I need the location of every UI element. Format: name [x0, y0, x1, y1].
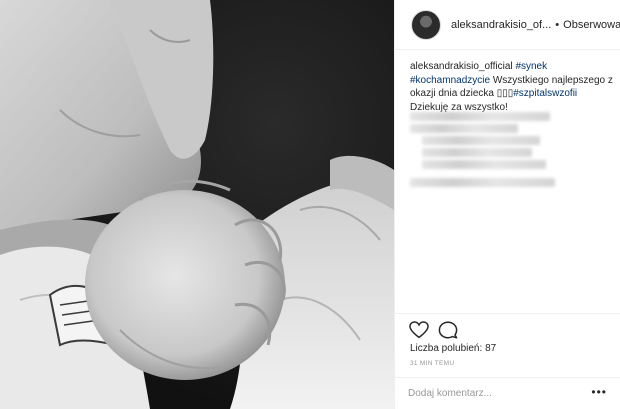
- post-actions: [395, 313, 620, 342]
- caption-author-link[interactable]: aleksandrakisio_official: [410, 61, 513, 72]
- following-button[interactable]: Obserwowanie: [563, 19, 620, 31]
- more-options-icon[interactable]: •••: [591, 386, 607, 398]
- comment-icon[interactable]: [438, 321, 458, 339]
- post-header: aleksandrakisio_of... • Obserwowanie: [395, 0, 620, 50]
- avatar[interactable]: [411, 9, 441, 40]
- post-sidebar: aleksandrakisio_of... • Obserwowanie ale…: [394, 0, 620, 409]
- instagram-post: aleksandrakisio_of... • Obserwowanie ale…: [0, 0, 620, 409]
- post-photo[interactable]: [0, 0, 394, 409]
- likes-label: Liczba polubień:: [410, 343, 483, 354]
- post-timestamp[interactable]: 31 MIN TEMU: [410, 360, 454, 367]
- post-caption: aleksandrakisio_official #synek #kochamn…: [410, 60, 615, 114]
- hashtag-szpitalswzofii[interactable]: #szpitalswzofii: [513, 88, 577, 99]
- comment-bar: •••: [395, 377, 620, 409]
- blurred-comments: [410, 112, 555, 192]
- likes-number: 87: [485, 343, 497, 354]
- emoji-boxes: ▯▯▯: [496, 88, 514, 99]
- hashtag-synek[interactable]: #synek: [515, 61, 547, 72]
- username-link[interactable]: aleksandrakisio_of...: [451, 19, 551, 31]
- hashtag-kochamnadzycie[interactable]: #kochamnadzycie: [410, 75, 490, 86]
- comment-input[interactable]: [408, 386, 568, 400]
- baby-hand-photo: [0, 0, 394, 409]
- caption-thanks-text: Dziekuję za wszystko!: [410, 101, 508, 113]
- separator-dot: •: [555, 18, 560, 31]
- likes-count[interactable]: Liczba polubień: 87: [410, 343, 496, 354]
- heart-icon[interactable]: [409, 321, 429, 339]
